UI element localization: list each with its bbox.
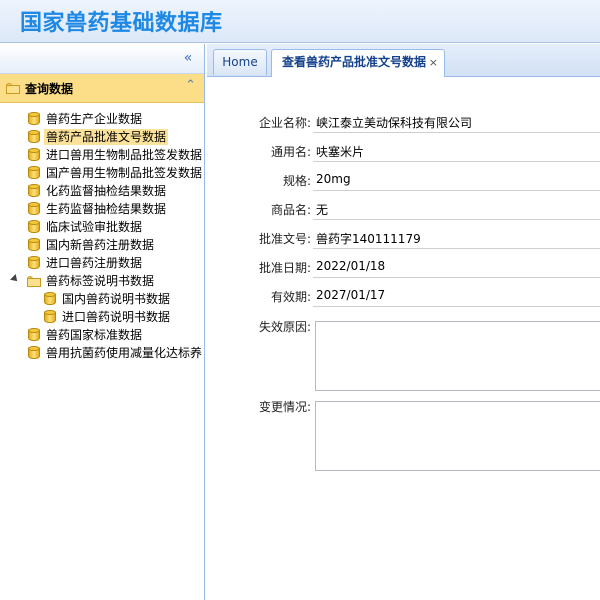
- form-row: 规格: 20mg: [207, 170, 600, 191]
- main-area: Home 查看兽药产品批准文号数据 × 企业名称: 峡江泰立美动保科技有限公司 通用…: [207, 44, 600, 600]
- tree-node-label: 国产兽用生物制品批签发数据: [46, 166, 203, 180]
- field-value[interactable]: 2022/01/18: [316, 259, 385, 273]
- field-label: 变更情况:: [258, 400, 311, 414]
- database-icon: [28, 202, 40, 216]
- double-chevron-left-icon[interactable]: «: [180, 50, 196, 66]
- database-icon: [28, 220, 40, 234]
- tree-node-label: 兽药产品批准文号数据: [44, 129, 169, 145]
- tree-node-label: 国内新兽药注册数据: [46, 238, 155, 252]
- tree-node[interactable]: 国内兽药说明书数据: [0, 290, 204, 308]
- tree-node-label: 临床试验审批数据: [46, 220, 143, 234]
- field-underline: [313, 277, 600, 278]
- field-underline: [313, 190, 600, 191]
- panel-header[interactable]: 查询数据 ⌃: [0, 74, 204, 103]
- tree-node[interactable]: 兽药标签说明书数据: [0, 272, 204, 290]
- tab-product-approval[interactable]: 查看兽药产品批准文号数据 ×: [271, 49, 445, 77]
- field-label: 商品名:: [270, 203, 311, 217]
- field-value[interactable]: 呋塞米片: [316, 143, 364, 160]
- database-icon: [28, 238, 40, 252]
- tree-node[interactable]: 兽药生产企业数据: [0, 110, 204, 128]
- expand-arrow-icon[interactable]: [10, 274, 20, 284]
- tree-node[interactable]: 兽药国家标准数据: [0, 326, 204, 344]
- field-value[interactable]: 兽药字140111179: [316, 230, 421, 247]
- form-row: 通用名: 呋塞米片: [207, 141, 600, 162]
- tab-home[interactable]: Home: [213, 49, 267, 75]
- database-icon: [28, 184, 40, 198]
- field-label: 通用名:: [270, 145, 311, 159]
- tab-bar: Home 查看兽药产品批准文号数据 ×: [207, 44, 600, 77]
- tab-label: Home: [222, 55, 258, 69]
- field-label: 批准日期:: [258, 261, 311, 275]
- database-icon: [28, 148, 40, 162]
- form-row: 批准文号: 兽药字140111179: [207, 228, 600, 249]
- form-row: 企业名称: 峡江泰立美动保科技有限公司: [207, 112, 600, 133]
- tree-node-label: 国内兽药说明书数据: [62, 292, 171, 306]
- field-underline: [313, 306, 600, 307]
- app-title: 国家兽药基础数据库: [20, 11, 223, 36]
- field-underline: [313, 248, 600, 249]
- field-value[interactable]: 2027/01/17: [316, 288, 385, 302]
- field-underline: [313, 161, 600, 162]
- tree-node[interactable]: 国产兽用生物制品批签发数据: [0, 164, 204, 182]
- tree-node[interactable]: 兽用抗菌药使用减量化达标养: [0, 344, 204, 362]
- tree-node-label: 兽药标签说明书数据: [46, 274, 155, 288]
- database-icon: [28, 112, 40, 126]
- tree-node-label: 进口兽药注册数据: [46, 256, 143, 270]
- field-label: 有效期:: [270, 290, 311, 304]
- form-row: 批准日期: 2022/01/18: [207, 257, 600, 278]
- folder-icon: [6, 83, 20, 94]
- field-value[interactable]: 峡江泰立美动保科技有限公司: [316, 114, 472, 131]
- panel-title: 查询数据: [25, 82, 74, 96]
- field-label: 规格:: [282, 174, 311, 188]
- sidebar: « 查询数据 ⌃ 兽药生产企业数据兽药产品批准文号数据进口兽用生物制品批签发数据…: [0, 44, 205, 600]
- database-icon: [28, 328, 40, 342]
- tree-node-label: 兽用抗菌药使用减量化达标养: [46, 346, 203, 360]
- tree-node[interactable]: 生药监督抽检结果数据: [0, 200, 204, 218]
- tree-node-label: 兽药生产企业数据: [46, 112, 143, 126]
- database-icon: [44, 310, 56, 324]
- tree-node[interactable]: 临床试验审批数据: [0, 218, 204, 236]
- database-icon: [28, 346, 40, 360]
- form-row: 商品名: 无: [207, 199, 600, 220]
- tree-node[interactable]: 进口兽药注册数据: [0, 254, 204, 272]
- database-icon: [28, 166, 40, 180]
- field-label: 批准文号:: [258, 232, 311, 246]
- field-underline: [313, 219, 600, 220]
- tree-node-label: 进口兽药说明书数据: [62, 310, 171, 324]
- tree-node[interactable]: 兽药产品批准文号数据: [0, 128, 204, 146]
- tree-node-label: 兽药国家标准数据: [46, 328, 143, 342]
- field-value[interactable]: 20mg: [316, 172, 351, 186]
- database-icon: [44, 292, 56, 306]
- field-value[interactable]: 无: [316, 201, 328, 218]
- form-row: 有效期: 2027/01/17: [207, 286, 600, 307]
- field-label: 失效原因:: [258, 320, 311, 334]
- tree-node[interactable]: 进口兽药说明书数据: [0, 308, 204, 326]
- sidebar-toolbar: «: [0, 44, 204, 74]
- app-header: 国家兽药基础数据库: [0, 0, 600, 43]
- field-underline: [313, 132, 600, 133]
- tree-node-label: 生药监督抽检结果数据: [46, 202, 167, 216]
- double-chevron-up-icon[interactable]: ⌃: [185, 78, 196, 93]
- textarea-field[interactable]: [315, 321, 600, 391]
- database-icon: [28, 130, 40, 144]
- folder-open-icon: [27, 276, 41, 287]
- detail-form: 企业名称: 峡江泰立美动保科技有限公司 通用名: 呋塞米片 规格: 20mg 商品名: 无批准…: [207, 77, 600, 600]
- field-label: 企业名称:: [258, 116, 311, 130]
- database-icon: [28, 256, 40, 270]
- tree-node[interactable]: 化药监督抽检结果数据: [0, 182, 204, 200]
- tab-label: 查看兽药产品批准文号数据: [282, 55, 427, 69]
- tree-node[interactable]: 国内新兽药注册数据: [0, 236, 204, 254]
- tree-node-label: 化药监督抽检结果数据: [46, 184, 167, 198]
- tree-node[interactable]: 进口兽用生物制品批签发数据: [0, 146, 204, 164]
- textarea-field[interactable]: [315, 401, 600, 471]
- tree-node-label: 进口兽用生物制品批签发数据: [46, 148, 203, 162]
- close-icon[interactable]: ×: [429, 50, 438, 75]
